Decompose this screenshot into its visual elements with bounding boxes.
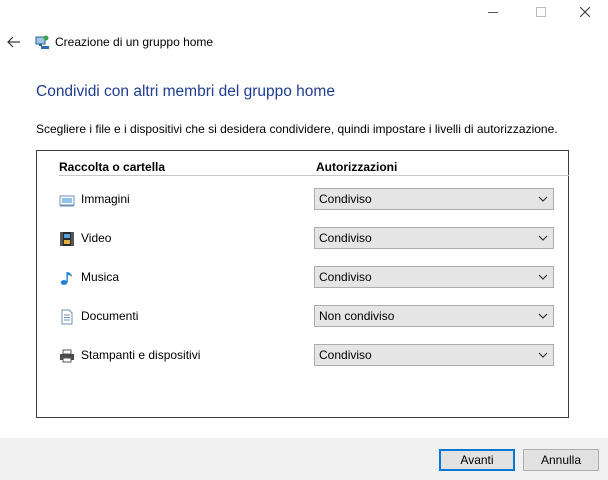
column-header-permissions: Autorizzazioni — [316, 160, 398, 174]
maximize-icon — [536, 7, 546, 17]
footer-bar: Avanti Annulla — [0, 438, 608, 480]
permission-value: Condiviso — [319, 192, 372, 206]
back-arrow-icon — [7, 36, 20, 48]
row-label: Video — [81, 231, 112, 245]
row-label: Immagini — [81, 192, 130, 206]
chevron-down-icon — [538, 235, 548, 241]
music-library-icon — [59, 270, 75, 286]
permission-select-immagini[interactable]: Condiviso — [314, 188, 554, 210]
next-button[interactable]: Avanti — [439, 449, 515, 471]
back-button[interactable] — [4, 32, 24, 52]
permission-value: Condiviso — [319, 270, 372, 284]
permission-select-video[interactable]: Condiviso — [314, 227, 554, 249]
row-label: Stampanti e dispositivi — [81, 348, 201, 362]
chevron-down-icon — [538, 313, 548, 319]
printer-icon — [59, 348, 75, 364]
permission-value: Condiviso — [319, 231, 372, 245]
instructions-text: Scegliere i file e i dispositivi che si … — [36, 122, 558, 136]
permission-value: Condiviso — [319, 348, 372, 362]
table-row-video: Video Condiviso — [37, 227, 568, 251]
pictures-library-icon — [59, 192, 75, 208]
homegroup-icon — [34, 34, 50, 50]
permission-value: Non condiviso — [319, 309, 395, 323]
videos-library-icon — [59, 231, 75, 247]
cancel-button[interactable]: Annulla — [523, 449, 599, 471]
page-heading: Condividi con altri membri del gruppo ho… — [36, 83, 335, 100]
chevron-down-icon — [538, 196, 548, 202]
close-icon — [580, 7, 590, 17]
permission-select-stampanti[interactable]: Condiviso — [314, 344, 554, 366]
chevron-down-icon — [538, 274, 548, 280]
header-divider — [59, 175, 569, 176]
documents-library-icon — [59, 309, 75, 325]
window-title: Creazione di un gruppo home — [55, 35, 214, 49]
table-row-stampanti: Stampanti e dispositivi Condiviso — [37, 344, 568, 368]
minimize-button[interactable] — [470, 0, 516, 24]
row-label: Documenti — [81, 309, 139, 323]
maximize-button[interactable] — [518, 0, 564, 24]
table-row-immagini: Immagini Condiviso — [37, 188, 568, 212]
minimize-icon — [488, 12, 498, 13]
table-row-documenti: Documenti Non condiviso — [37, 305, 568, 329]
column-header-folder: Raccolta o cartella — [59, 160, 166, 174]
permission-select-musica[interactable]: Condiviso — [314, 266, 554, 288]
chevron-down-icon — [538, 352, 548, 358]
permission-select-documenti[interactable]: Non condiviso — [314, 305, 554, 327]
table-row-musica: Musica Condiviso — [37, 266, 568, 290]
row-label: Musica — [81, 270, 120, 284]
sharing-table: Raccolta o cartella Autorizzazioni Immag… — [36, 150, 569, 418]
close-button[interactable] — [562, 0, 608, 24]
